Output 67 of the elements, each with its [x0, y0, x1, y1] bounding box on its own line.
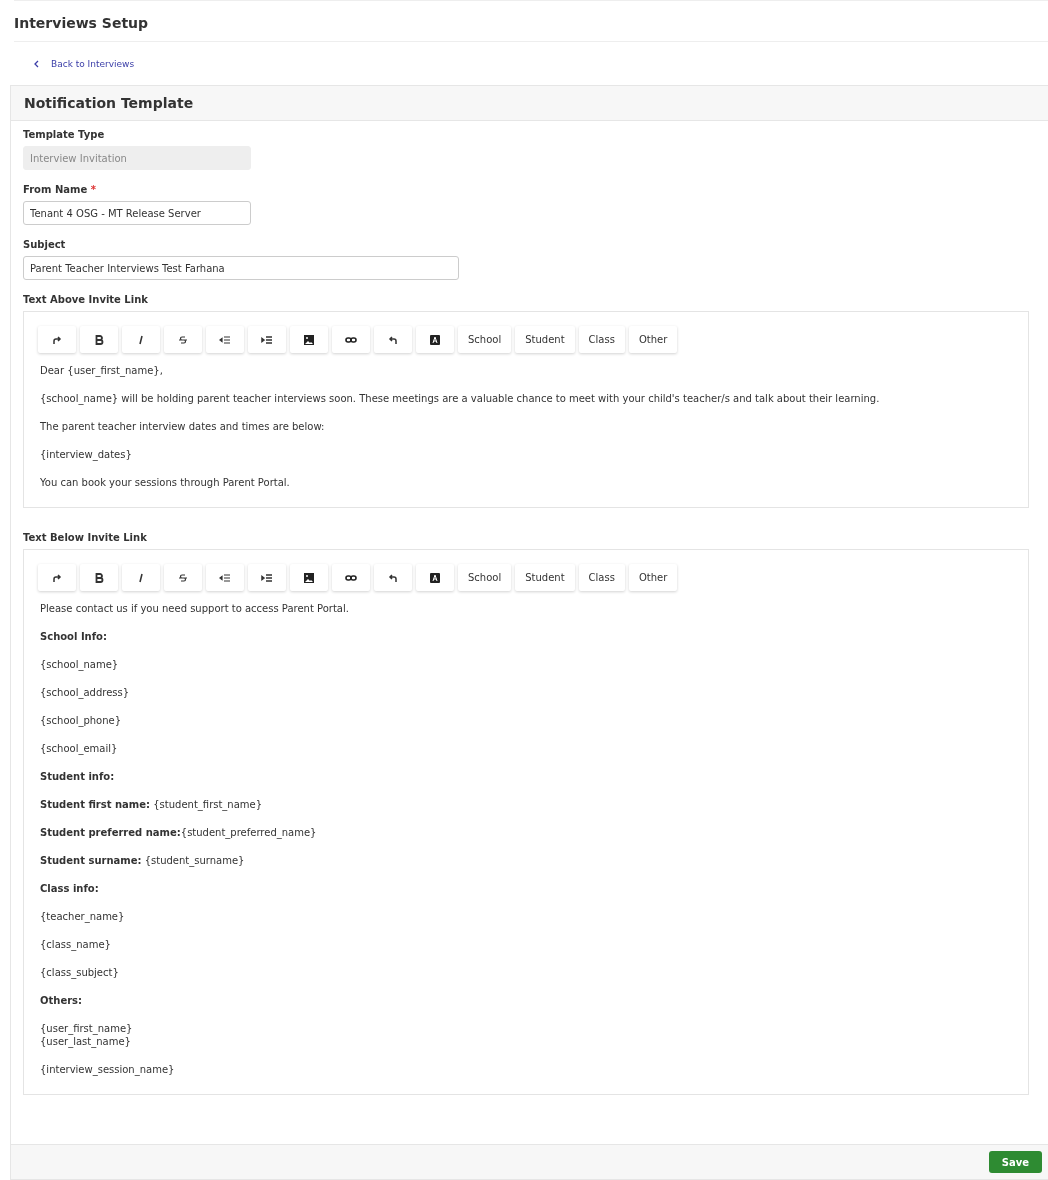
text-color-icon	[429, 571, 441, 584]
toolbar-button[interactable]	[80, 326, 118, 353]
field-label: Text Above Invite Link	[23, 294, 148, 305]
card-title: Notification Template	[24, 95, 194, 111]
bold-icon	[94, 334, 104, 345]
undo-icon	[387, 571, 399, 584]
editor-paragraph: The parent teacher interview dates and times are below:	[39, 420, 326, 434]
field-label: Template Type	[23, 129, 105, 140]
bold-icon	[94, 572, 104, 583]
toolbar-button[interactable]	[332, 564, 370, 591]
redo-icon	[51, 571, 63, 584]
field-label: Subject	[23, 239, 66, 250]
text-color-icon	[429, 333, 441, 346]
editor-paragraph: {school_phone}	[39, 714, 123, 729]
insert-menu-button[interactable]: School	[458, 564, 512, 591]
outdent-icon	[219, 571, 231, 584]
editor-paragraph: {interview_dates}	[39, 448, 133, 463]
text-field[interactable]: Parent Teacher Interviews Test Farhana	[23, 256, 459, 280]
image-icon	[303, 333, 315, 346]
editor-paragraph: {school_name} will be holding parent teacher interviews soon. These meetings are a valuable chance to meet with your child's teacher/s and talk about their learning.	[39, 392, 881, 407]
insert-menu-button[interactable]: Class	[578, 326, 625, 353]
undo-icon	[387, 333, 399, 346]
editor-paragraph: {school_name}	[39, 658, 120, 673]
chevron-left-icon	[33, 60, 39, 68]
editor-paragraph: Dear {user_first_name},	[39, 364, 164, 379]
field-label: Text Below Invite Link	[23, 532, 147, 543]
text-field[interactable]: Tenant 4 OSG - MT Release Server	[23, 201, 251, 225]
insert-menu-button[interactable]: School	[458, 326, 512, 353]
editor-heading: Student info:	[39, 770, 116, 784]
toolbar-button[interactable]	[416, 326, 454, 353]
toolbar-button[interactable]	[290, 326, 328, 353]
indent-icon	[261, 571, 273, 584]
redo-icon	[51, 333, 63, 346]
indent-icon	[261, 333, 273, 346]
editor-paragraph: {school_address}	[39, 686, 131, 701]
editor-paragraph: You can book your sessions through Parent Portal.	[39, 476, 291, 490]
toolbar-button[interactable]	[332, 326, 370, 353]
editor-heading: Others:	[39, 994, 84, 1008]
page-title: Interviews Setup	[14, 15, 149, 31]
editor-paragraph: Student first name: {student_first_name}	[39, 798, 264, 813]
insert-menu-button[interactable]: Class	[578, 564, 625, 591]
insert-menu-button[interactable]: Other	[628, 564, 678, 591]
strikethrough-icon	[177, 571, 189, 584]
editor-heading: Class info:	[39, 882, 100, 896]
image-icon	[303, 571, 315, 584]
editor-heading: School Info:	[39, 630, 108, 644]
editor-paragraph: {teacher_name}	[39, 910, 126, 925]
editor-paragraph: {school_email}	[39, 742, 119, 757]
insert-menu-button[interactable]: Other	[628, 326, 678, 353]
editor-paragraph: Please contact us if you need support to access Parent Portal.	[39, 602, 350, 616]
editor-paragraph: {class_subject}	[39, 966, 120, 981]
editor-paragraph: {class_name}	[39, 938, 112, 953]
toolbar-button[interactable]	[80, 564, 118, 591]
back-link[interactable]: Back to Interviews	[33, 59, 135, 69]
insert-menu-button[interactable]: Student	[515, 326, 575, 353]
editor-paragraph: Student surname: {student_surname}	[39, 854, 246, 869]
editor-paragraph: Student preferred name:{student_preferred_name}	[39, 826, 318, 841]
toolbar-button[interactable]	[290, 564, 328, 591]
field-label: From Name *	[23, 184, 96, 195]
editor-paragraph: {interview_session_name}	[39, 1063, 176, 1078]
outdent-icon	[219, 333, 231, 346]
strikethrough-icon	[177, 333, 189, 346]
save-button[interactable]: Save	[988, 1151, 1042, 1173]
insert-menu-button[interactable]: Student	[515, 564, 575, 591]
toolbar-button[interactable]	[416, 564, 454, 591]
editor-paragraph: {user_first_name} {user_last_name}	[39, 1022, 134, 1050]
required-mark: *	[90, 184, 96, 195]
